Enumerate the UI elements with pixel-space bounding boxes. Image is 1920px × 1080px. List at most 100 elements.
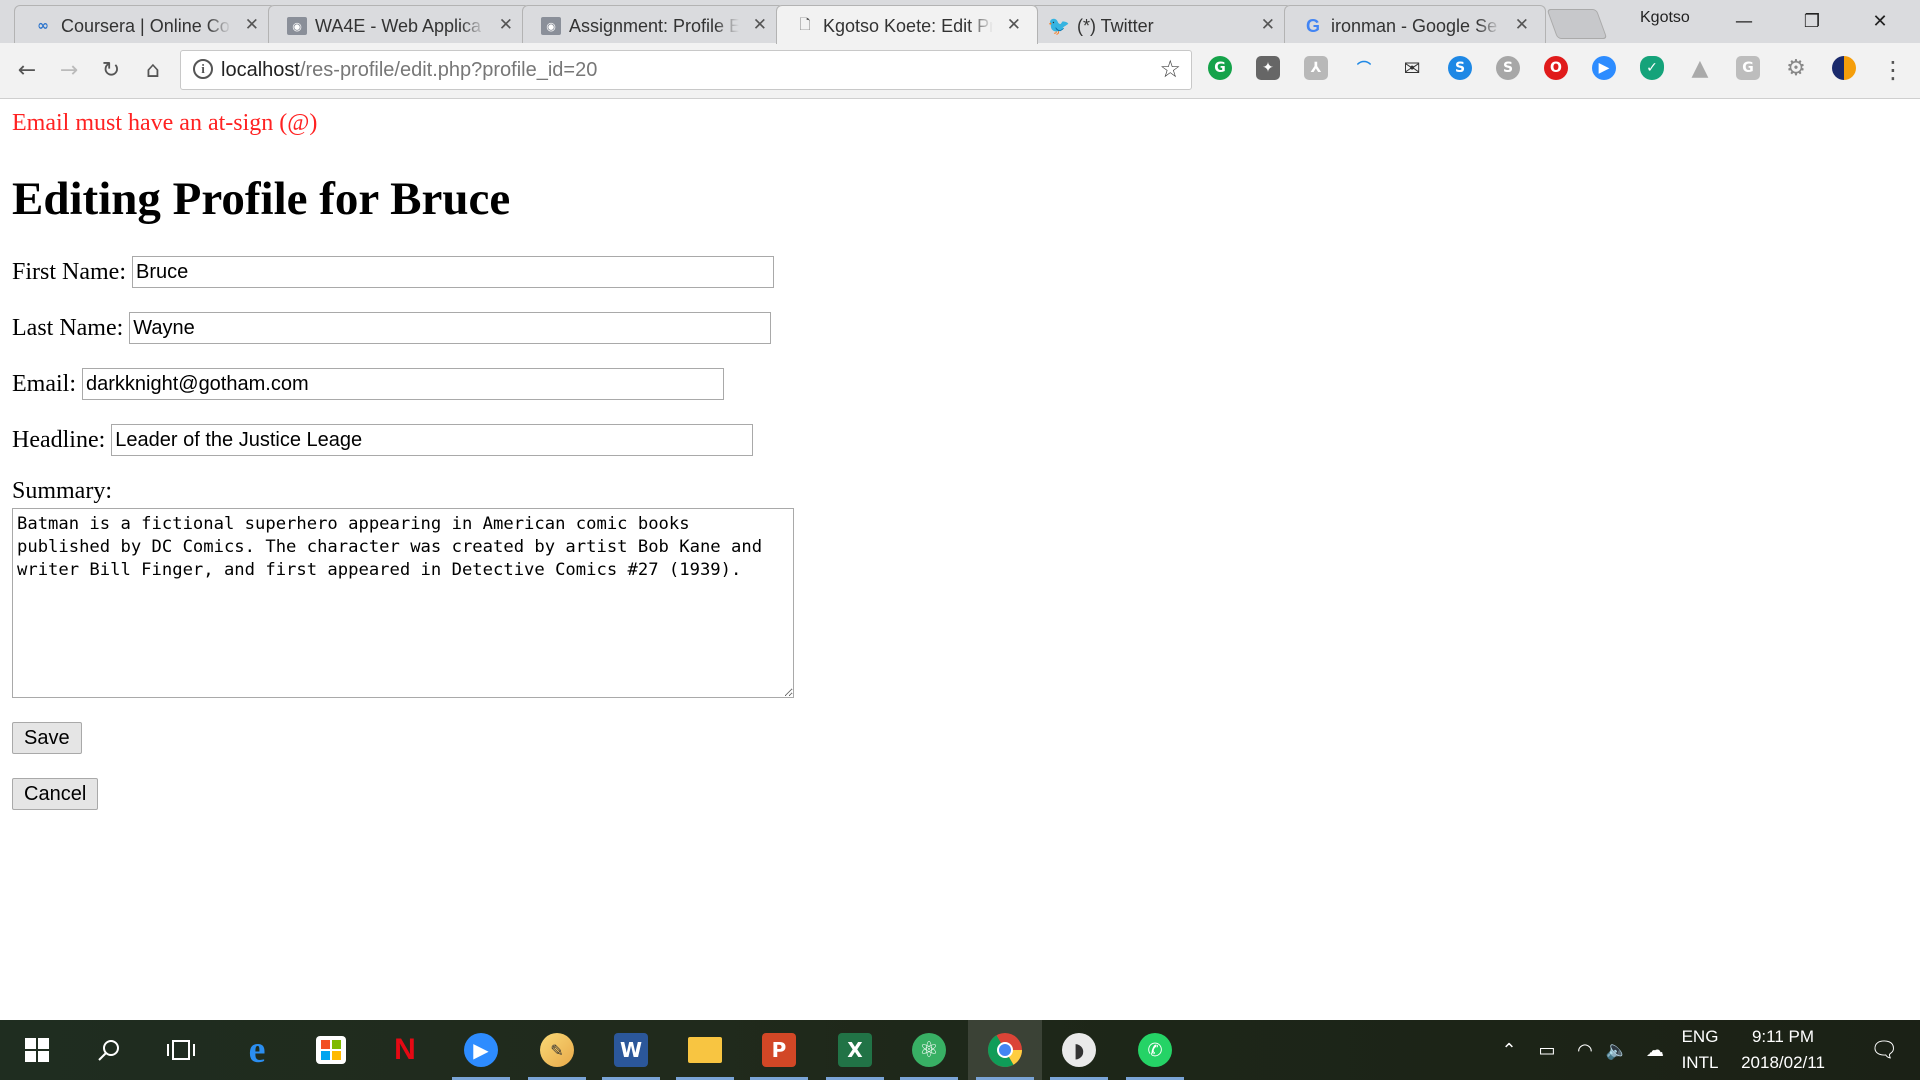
tab-twitter[interactable]: 🐦 (*) Twitter ✕	[1030, 5, 1292, 43]
last-name-label: Last Name:	[12, 314, 124, 341]
close-icon[interactable]: ✕	[753, 15, 767, 35]
tab-google[interactable]: G ironman - Google Se ✕	[1284, 5, 1546, 43]
forward-icon[interactable]: →	[54, 55, 84, 85]
tab-title: (*) Twitter	[1077, 16, 1247, 37]
volume-icon[interactable]: 🔈	[1604, 1020, 1630, 1080]
tab-coursera[interactable]: ∞ Coursera | Online Co ✕	[14, 5, 276, 43]
close-icon[interactable]: ✕	[1515, 15, 1529, 35]
grammarly-icon[interactable]: G	[1208, 56, 1232, 80]
headline-field[interactable]	[111, 424, 754, 456]
url-text[interactable]: localhost/res-profile/edit.php?profile_i…	[221, 59, 597, 82]
tab-edit-profile[interactable]: 🗋 Kgotso Koete: Edit Pr ✕	[776, 5, 1038, 44]
edge-icon[interactable]: e	[220, 1020, 294, 1080]
chrome-icon[interactable]	[968, 1020, 1042, 1080]
atom-icon[interactable]: ⚛	[892, 1020, 966, 1080]
clock-date[interactable]: 2018/02/11	[1732, 1053, 1834, 1073]
page-content: Email must have an at-sign (@) Editing P…	[0, 100, 1920, 1020]
language-code[interactable]: ENG	[1670, 1027, 1730, 1047]
tab-title: Kgotso Koete: Edit Pr	[823, 16, 993, 37]
headline-row: Headline:	[12, 424, 754, 456]
windows-start-icon[interactable]	[0, 1020, 74, 1080]
arc-icon[interactable]: ⌒	[1352, 56, 1376, 80]
address-bar[interactable]: i localhost/res-profile/edit.php?profile…	[180, 50, 1192, 90]
coursera-icon: ∞	[37, 18, 49, 34]
google-icon: G	[1305, 15, 1320, 36]
tab-strip: ∞ Coursera | Online Co ✕ ◉ WA4E - Web Ap…	[0, 0, 1920, 44]
close-icon[interactable]: ✕	[499, 15, 513, 35]
mail-icon[interactable]: ✉	[1400, 56, 1424, 80]
store-icon[interactable]	[294, 1020, 368, 1080]
tab-title: Coursera | Online Co	[61, 16, 231, 37]
email-row: Email:	[12, 368, 724, 400]
back-icon[interactable]: ←	[12, 55, 42, 85]
zoom-icon[interactable]: ▶	[1592, 56, 1616, 80]
pdf-icon[interactable]: ⅄	[1304, 56, 1328, 80]
shield-icon[interactable]: ✓	[1640, 56, 1664, 80]
language-layout[interactable]: INTL	[1670, 1053, 1730, 1073]
info-icon[interactable]: i	[193, 59, 213, 79]
error-message: Email must have an at-sign (@)	[12, 110, 318, 136]
puzzle-icon[interactable]: ✦	[1256, 56, 1280, 80]
chevron-up-icon[interactable]: ⌃	[1498, 1020, 1520, 1080]
first-name-field[interactable]	[132, 256, 774, 288]
drive-icon[interactable]: ▲	[1688, 56, 1712, 81]
excel-icon[interactable]: X	[818, 1020, 892, 1080]
close-icon[interactable]: ✕	[1261, 15, 1275, 35]
home-icon[interactable]: ⌂	[138, 55, 168, 85]
tab-title: WA4E - Web Applica	[315, 16, 485, 37]
clock-time[interactable]: 9:11 PM	[1732, 1027, 1834, 1047]
netflix-icon[interactable]: N	[368, 1020, 442, 1080]
summary-label: Summary:	[12, 478, 112, 504]
close-icon[interactable]: ✕	[1007, 15, 1021, 35]
wifi-icon[interactable]: ◠	[1572, 1020, 1598, 1080]
file-explorer-icon[interactable]	[668, 1020, 742, 1080]
whatsapp-icon[interactable]: ✆	[1118, 1020, 1192, 1080]
first-name-label: First Name:	[12, 258, 126, 285]
last-name-field[interactable]	[129, 312, 772, 344]
minimize-icon[interactable]: —	[1714, 4, 1774, 38]
tab-title: ironman - Google Se	[1331, 16, 1501, 37]
email-label: Email:	[12, 370, 76, 397]
adblock-icon[interactable]: O	[1544, 56, 1568, 80]
restore-icon[interactable]: ❐	[1782, 4, 1842, 38]
gear-icon[interactable]: ⚙	[1784, 56, 1808, 81]
skype-icon[interactable]: S	[1448, 56, 1472, 80]
taskbar: e N ▶ ✎ W P X ⚛ ◗ ✆ ⌃ ▭ ◠ 🔈 ☁ ENG INTL 9…	[0, 1020, 1920, 1080]
tab-title: Assignment: Profile E	[569, 16, 739, 37]
new-tab-button[interactable]	[1546, 9, 1608, 39]
headline-label: Headline:	[12, 426, 106, 453]
close-icon[interactable]: ✕	[245, 15, 259, 35]
reload-icon[interactable]: ↻	[96, 55, 126, 85]
email-field[interactable]	[81, 368, 724, 400]
zoom-app-icon[interactable]: ▶	[444, 1020, 518, 1080]
word-icon[interactable]: W	[594, 1020, 668, 1080]
page-icon: 🗋	[799, 17, 811, 33]
tab-wa4e[interactable]: ◉ WA4E - Web Applica ✕	[268, 5, 530, 43]
notifications-icon[interactable]: 🗨	[1856, 1020, 1912, 1080]
profile-name[interactable]: Kgotso	[1640, 9, 1690, 27]
wa4e-icon: ◉	[287, 17, 307, 35]
last-name-row: Last Name:	[12, 312, 772, 344]
battery-icon[interactable]: ▭	[1534, 1020, 1560, 1080]
summary-textarea[interactable]: Batman is a fictional superhero appearin…	[12, 508, 794, 698]
paint-icon[interactable]: ✎	[520, 1020, 594, 1080]
first-name-row: First Name:	[12, 256, 774, 288]
tab-assignment[interactable]: ◉ Assignment: Profile E ✕	[522, 5, 784, 43]
menu-icon[interactable]: ⋮	[1878, 55, 1908, 85]
wa4e-icon: ◉	[541, 17, 561, 35]
wamp-icon[interactable]: ◗	[1042, 1020, 1116, 1080]
g-extension-icon[interactable]: G	[1736, 56, 1760, 80]
save-button[interactable]: Save	[12, 722, 82, 754]
twitter-icon: 🐦	[1047, 15, 1071, 37]
powerpoint-icon[interactable]: P	[742, 1020, 816, 1080]
browser-toolbar: ← → ↻ ⌂ i localhost/res-profile/edit.php…	[0, 43, 1920, 99]
extension-dots-icon[interactable]	[1832, 56, 1856, 80]
task-view-icon[interactable]	[144, 1020, 218, 1080]
close-window-icon[interactable]: ✕	[1850, 4, 1910, 38]
cancel-button[interactable]: Cancel	[12, 778, 99, 810]
search-icon[interactable]	[72, 1020, 146, 1080]
cloud-upload-icon[interactable]: ☁	[1642, 1020, 1668, 1080]
page-title: Editing Profile for Bruce	[12, 173, 511, 225]
bookmark-star-icon[interactable]: ☆	[1159, 55, 1181, 83]
skype-gray-icon[interactable]: S	[1496, 56, 1520, 80]
